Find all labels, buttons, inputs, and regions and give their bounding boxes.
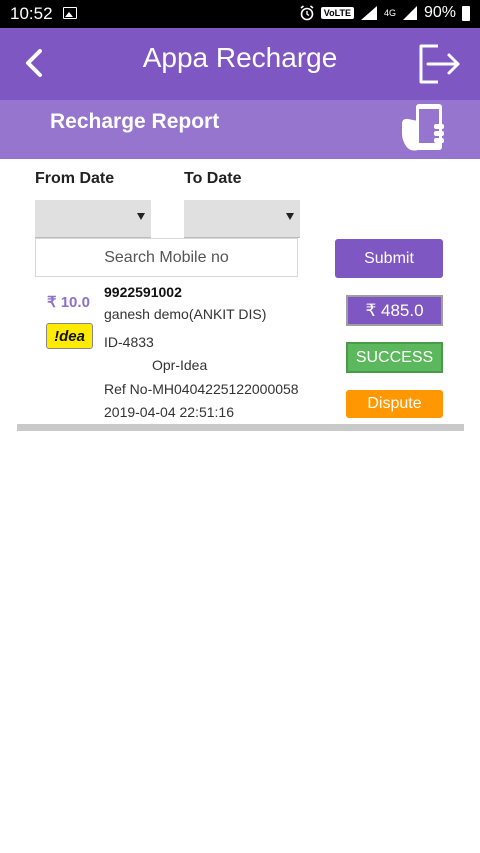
- status-right: VoLTE 4G 90%: [299, 4, 470, 22]
- status-bar: 10:52 VoLTE 4G 90%: [0, 0, 480, 28]
- status-badge: SUCCESS: [346, 342, 443, 373]
- battery-percent: 90%: [423, 4, 456, 21]
- record-id: ID-4833: [104, 334, 154, 350]
- recharge-amount: ₹ 10.0: [47, 294, 90, 311]
- app-title: Appa Recharge: [142, 42, 338, 73]
- operator-name: Opr-Idea: [152, 357, 208, 373]
- image-notification-icon: [63, 7, 77, 19]
- alarm-icon: [300, 5, 314, 21]
- search-mobile-input[interactable]: [35, 238, 298, 277]
- network-type: 4G: [383, 8, 396, 18]
- logout-icon[interactable]: [416, 42, 462, 86]
- chevron-down-icon: [137, 213, 145, 220]
- submit-button[interactable]: Submit: [335, 239, 443, 278]
- mobile-number: 9922591002: [104, 284, 182, 300]
- signal-icon-2: [402, 6, 417, 20]
- report-header: Recharge Report: [0, 100, 480, 159]
- chevron-down-icon: [286, 213, 294, 220]
- dispute-button[interactable]: Dispute: [346, 390, 443, 418]
- status-time: 10:52: [10, 4, 53, 23]
- hand-phone-icon: [402, 104, 444, 151]
- signal-icon: [360, 6, 377, 20]
- volte-badge: VoLTE: [320, 7, 354, 19]
- from-date-dropdown[interactable]: [35, 200, 151, 238]
- balance-amount: ₹ 485.0: [346, 295, 443, 326]
- record-divider: [17, 424, 464, 431]
- to-date-dropdown[interactable]: [184, 200, 300, 238]
- report-title: Recharge Report: [50, 110, 220, 133]
- customer-name: ganesh demo(ANKIT DIS): [104, 306, 267, 322]
- battery-icon: [462, 5, 470, 21]
- record-datetime: 2019-04-04 22:51:16: [104, 404, 234, 420]
- from-date-label: From Date: [35, 170, 115, 187]
- reference-number: Ref No-MH0404225122000058: [104, 381, 299, 397]
- to-date-label: To Date: [184, 170, 242, 187]
- operator-logo: !dea: [46, 323, 93, 349]
- app-bar: Appa Recharge: [0, 28, 480, 100]
